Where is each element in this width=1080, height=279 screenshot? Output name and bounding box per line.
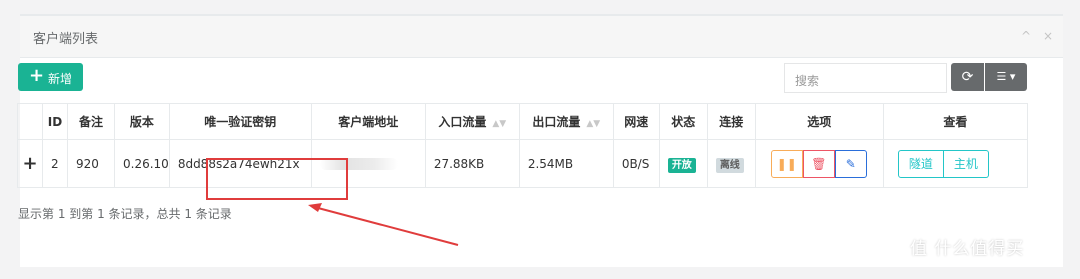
watermark: 值 什么值得买 [910,239,1025,259]
pagination-summary: 显示第 1 到第 1 条记录，总共 1 条记录 [18,207,232,221]
